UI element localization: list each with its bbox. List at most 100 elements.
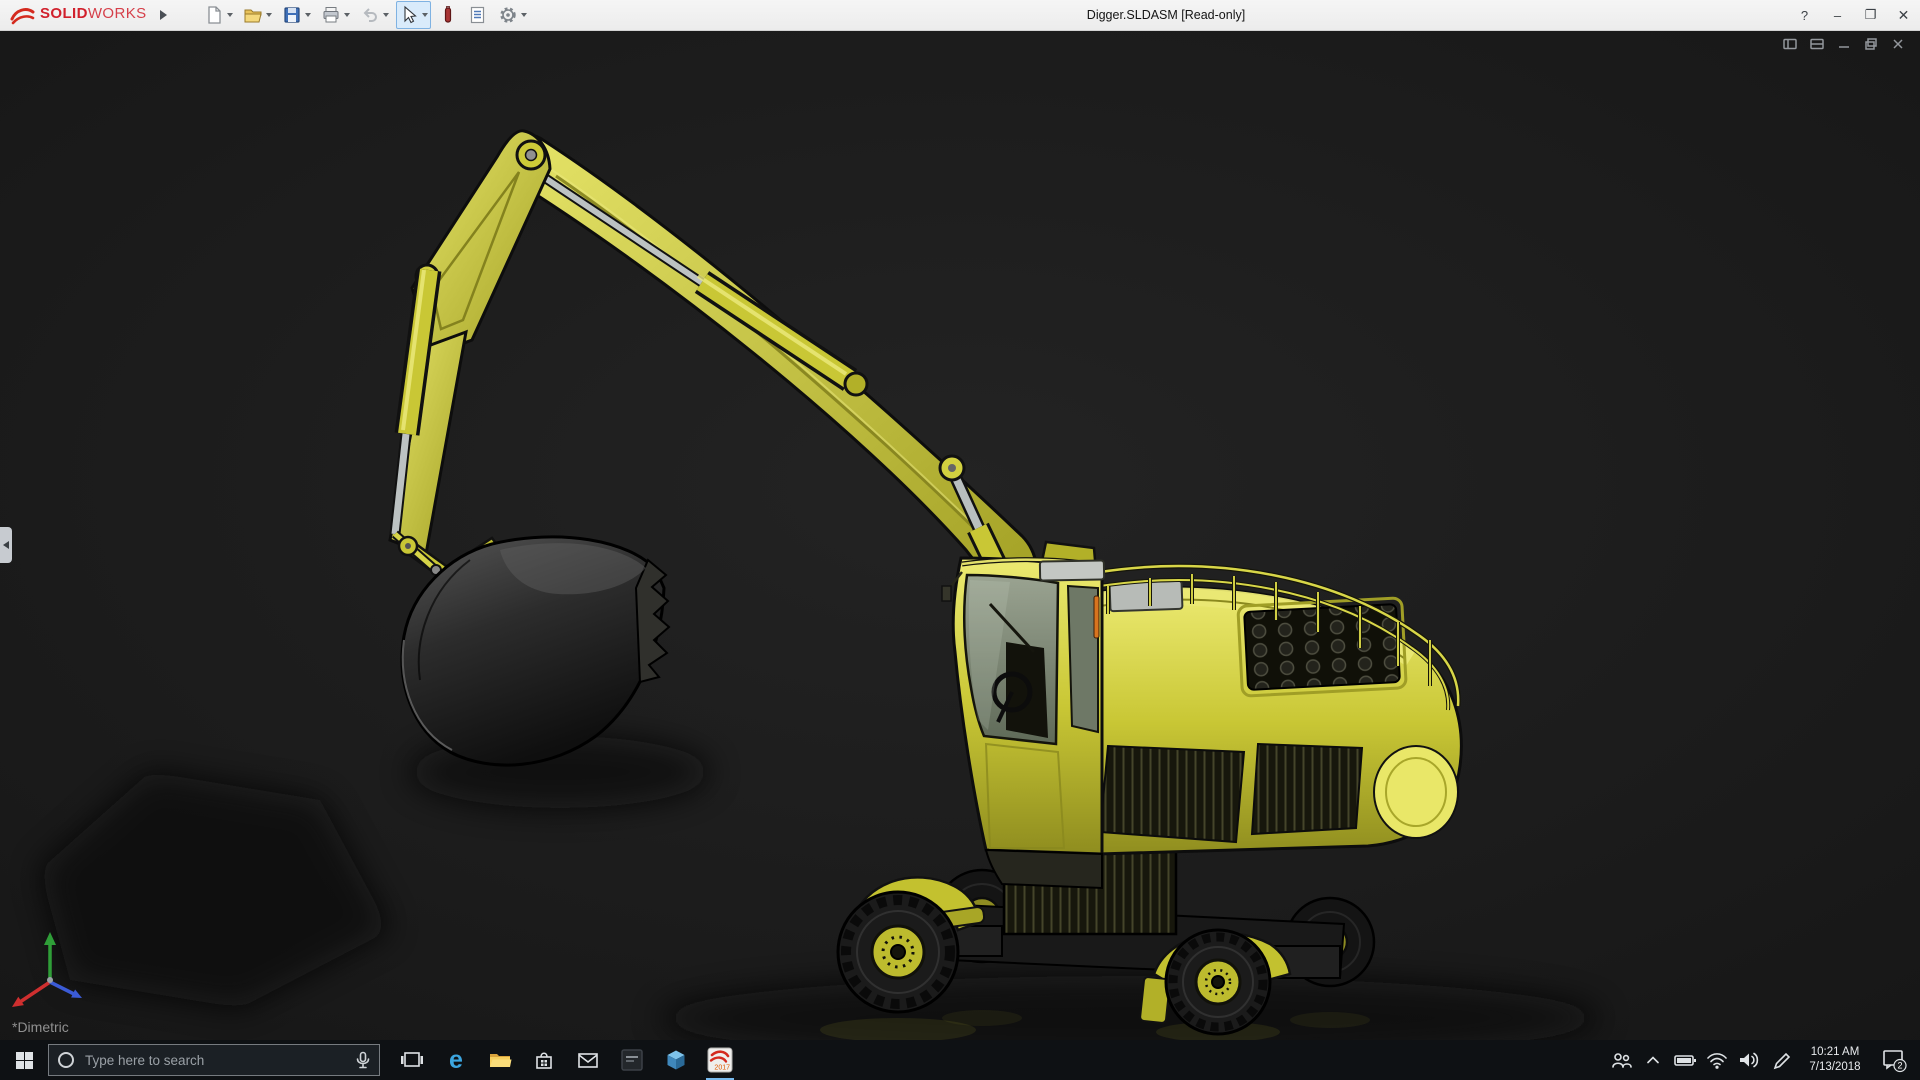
task-view-button[interactable]	[390, 1040, 434, 1080]
volume-icon	[1737, 1049, 1761, 1071]
brand-text-solid: SOLID	[40, 5, 88, 22]
rear-wheel[interactable]	[1166, 930, 1270, 1034]
print-button[interactable]	[318, 1, 353, 29]
dropdown-arrow-icon[interactable]	[344, 13, 350, 17]
select-tool-button[interactable]	[396, 1, 431, 29]
network-button[interactable]	[1702, 1040, 1732, 1080]
close-button[interactable]: ✕	[1887, 0, 1920, 30]
cube-app-icon[interactable]	[654, 1040, 698, 1080]
clock-date: 7/13/2018	[1802, 1060, 1868, 1075]
svg-text:2: 2	[1897, 1061, 1902, 1071]
side-vent-grille-left	[1100, 746, 1244, 842]
taskbar-clock[interactable]: 10:21 AM 7/13/2018	[1798, 1045, 1872, 1075]
search-input[interactable]	[83, 1052, 347, 1069]
cube-3d-icon	[664, 1048, 688, 1072]
open-button[interactable]	[240, 1, 275, 29]
cab-handle	[1094, 596, 1099, 638]
svg-text:2017: 2017	[714, 1065, 730, 1072]
menu-expand-arrow[interactable]	[157, 5, 171, 25]
doc-restore-button[interactable]	[1863, 36, 1879, 52]
new-document-button[interactable]	[201, 1, 236, 29]
seat	[1006, 642, 1048, 738]
minimize-button[interactable]: –	[1821, 0, 1854, 30]
featuremanager-flyout-tab[interactable]	[0, 527, 12, 563]
side-vent-grille-right	[1252, 744, 1362, 834]
new-document-icon	[204, 5, 224, 25]
envelope-icon	[576, 1048, 600, 1072]
folder-icon	[488, 1048, 512, 1072]
battery-button[interactable]	[1670, 1040, 1700, 1080]
dropdown-arrow-icon[interactable]	[305, 13, 311, 17]
dropdown-arrow-icon[interactable]	[266, 13, 272, 17]
volume-button[interactable]	[1734, 1040, 1764, 1080]
view-orientation-label: *Dimetric	[12, 1019, 69, 1035]
store-bag-icon	[532, 1048, 556, 1072]
help-button[interactable]: ?	[1788, 0, 1821, 30]
left-triangle-icon	[3, 541, 9, 549]
doc-minimize-button[interactable]	[1836, 36, 1852, 52]
graphics-area[interactable]: *Dimetric	[0, 30, 1920, 1040]
action-center-button[interactable]: 2	[1874, 1040, 1914, 1080]
pane-split-button[interactable]	[1782, 36, 1798, 52]
action-center-icon: 2	[1881, 1047, 1907, 1073]
dark-tile-app-icon[interactable]	[610, 1040, 654, 1080]
printer-icon	[321, 5, 341, 25]
close-icon: ✕	[1898, 7, 1910, 24]
gear-icon	[498, 5, 518, 25]
mirror	[942, 586, 951, 601]
clock-time: 10:21 AM	[1802, 1045, 1868, 1060]
solidworks-window: SOLIDWORKS	[0, 0, 1920, 1080]
wifi-icon	[1705, 1049, 1729, 1071]
pane-horizontal-button[interactable]	[1809, 36, 1825, 52]
quick-access-toolbar	[199, 1, 532, 29]
help-icon: ?	[1801, 8, 1808, 23]
excavator-3d-model[interactable]: *Dimetric	[0, 30, 1920, 1040]
hidden-icons-button[interactable]	[1638, 1040, 1668, 1080]
store-app-icon[interactable]	[522, 1040, 566, 1080]
mail-app-icon[interactable]	[566, 1040, 610, 1080]
dropdown-arrow-icon[interactable]	[227, 13, 233, 17]
doc-close-button[interactable]	[1890, 36, 1906, 52]
right-triangle-icon	[160, 10, 167, 20]
sheet-icon	[468, 5, 488, 25]
dropdown-arrow-icon[interactable]	[422, 13, 428, 17]
start-button[interactable]	[0, 1040, 48, 1080]
roof-unit	[1040, 560, 1104, 580]
window-controls: ? – ❐ ✕	[1788, 0, 1920, 30]
select-cursor-icon	[399, 5, 419, 25]
save-button[interactable]	[279, 1, 314, 29]
front-wheel[interactable]	[838, 892, 958, 1012]
dark-tile-icon	[620, 1048, 644, 1072]
solidworks-app-icon[interactable]: 2017	[698, 1040, 742, 1080]
file-explorer-app-icon[interactable]	[478, 1040, 522, 1080]
restore-icon: ❐	[1865, 7, 1877, 23]
edge-app-icon[interactable]: e	[434, 1040, 478, 1080]
solidworks-2017-icon: 2017	[707, 1047, 733, 1073]
dropdown-arrow-icon[interactable]	[383, 13, 389, 17]
open-folder-icon	[243, 5, 263, 25]
pen-icon	[1770, 1049, 1792, 1071]
document-window-controls	[1782, 36, 1906, 52]
pen-button[interactable]	[1766, 1040, 1796, 1080]
cortana-icon	[57, 1051, 75, 1069]
people-icon	[1610, 1049, 1632, 1071]
options-button[interactable]	[495, 1, 530, 29]
undo-button[interactable]	[357, 1, 392, 29]
dropdown-arrow-icon[interactable]	[521, 13, 527, 17]
taskbar-search[interactable]	[48, 1044, 380, 1076]
document-title: Digger.SLDASM [Read-only]	[1087, 0, 1245, 30]
design-table-button[interactable]	[465, 1, 491, 29]
microphone-icon[interactable]	[355, 1051, 371, 1069]
save-floppy-icon	[282, 5, 302, 25]
undo-arrow-icon	[360, 5, 380, 25]
windows-taskbar: e	[0, 1040, 1920, 1080]
bumper	[986, 850, 1102, 888]
brand-text-works: WORKS	[88, 5, 147, 22]
maximize-button[interactable]: ❐	[1854, 0, 1887, 30]
solidworks-logo: SOLIDWORKS	[0, 5, 147, 25]
minimize-icon: –	[1834, 8, 1841, 23]
people-button[interactable]	[1606, 1040, 1636, 1080]
titlebar: SOLIDWORKS	[0, 0, 1920, 31]
system-tray: 10:21 AM 7/13/2018 2	[1606, 1040, 1920, 1080]
reference-tool-button[interactable]	[435, 1, 461, 29]
